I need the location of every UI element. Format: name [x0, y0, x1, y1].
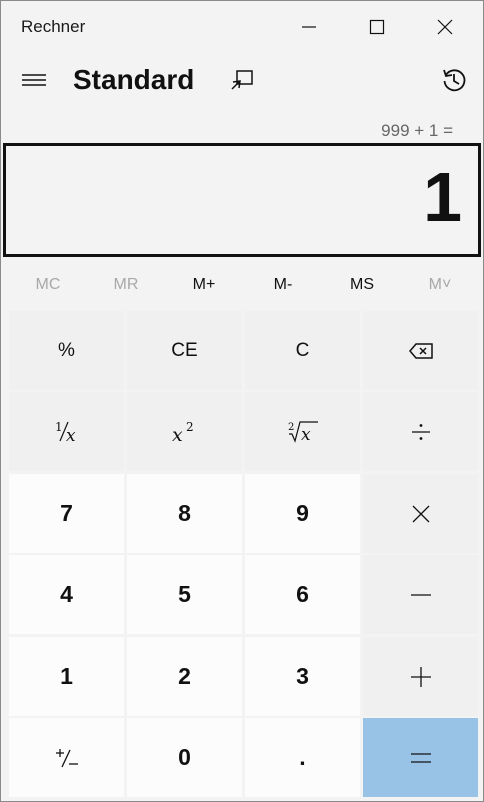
equals-icon	[410, 752, 431, 763]
reciprocal-icon: 1 x	[55, 420, 76, 445]
digit-7-button[interactable]: 7	[9, 474, 124, 553]
clear-button[interactable]: C	[245, 311, 360, 390]
svg-text:x: x	[66, 426, 76, 445]
plus-icon	[410, 666, 431, 687]
digit-1-button[interactable]: 1	[9, 637, 124, 716]
digit-3-button[interactable]: 3	[245, 637, 360, 716]
svg-text:x: x	[172, 424, 183, 445]
minus-icon	[410, 593, 431, 596]
keypad: % CE C 1 x x 2 2 x 7 8 9 4 5 6 1 2 3 0 .	[1, 1, 483, 801]
backspace-button[interactable]	[363, 311, 478, 390]
digit-5-button[interactable]: 5	[127, 555, 242, 634]
clear-entry-button[interactable]: CE	[127, 311, 242, 390]
digit-4-button[interactable]: 4	[9, 555, 124, 634]
svg-text:x: x	[301, 425, 311, 445]
multiply-button[interactable]	[363, 474, 478, 553]
add-button[interactable]	[363, 637, 478, 716]
calculator-window: Rechner Standard 999 + 1 = 1 MC MR M+ M-…	[0, 0, 484, 802]
negate-button[interactable]	[9, 718, 124, 797]
decimal-button[interactable]: .	[245, 718, 360, 797]
svg-text:2: 2	[186, 420, 194, 434]
reciprocal-button[interactable]: 1 x	[9, 392, 124, 471]
digit-0-button[interactable]: 0	[127, 718, 242, 797]
digit-9-button[interactable]: 9	[245, 474, 360, 553]
multiply-icon	[412, 505, 429, 522]
square-button[interactable]: x 2	[127, 392, 242, 471]
svg-text:2: 2	[288, 422, 294, 433]
square-root-icon: 2 x	[288, 420, 318, 445]
square-root-button[interactable]: 2 x	[245, 392, 360, 471]
percent-button[interactable]: %	[9, 311, 124, 390]
divide-icon	[411, 423, 430, 440]
square-icon: x 2	[172, 420, 194, 445]
digit-8-button[interactable]: 8	[127, 474, 242, 553]
digit-6-button[interactable]: 6	[245, 555, 360, 634]
backspace-icon	[408, 342, 433, 359]
divide-button[interactable]	[363, 392, 478, 471]
subtract-button[interactable]	[363, 555, 478, 634]
plus-minus-icon	[55, 748, 78, 767]
digit-2-button[interactable]: 2	[127, 637, 242, 716]
svg-text:1: 1	[55, 420, 63, 434]
equals-button[interactable]	[363, 718, 478, 797]
